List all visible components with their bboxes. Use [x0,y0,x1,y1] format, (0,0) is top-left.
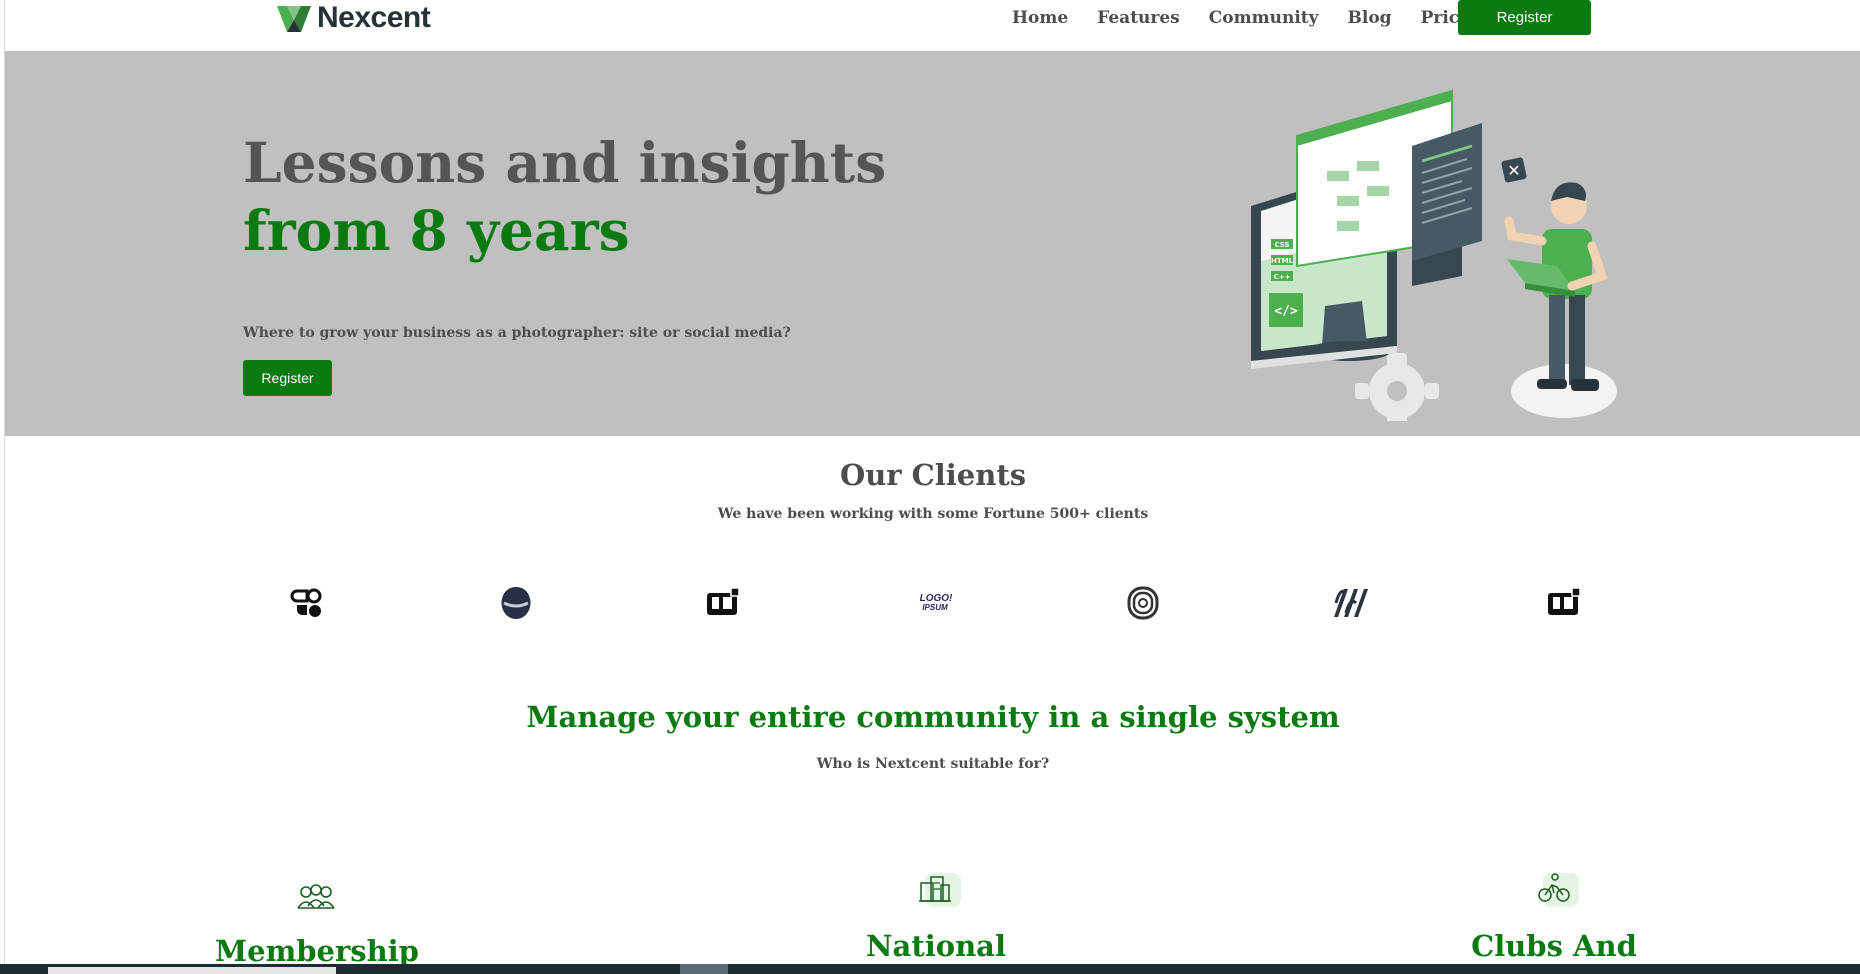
hero-section: Lessons and insights from 8 years Where … [5,51,1860,436]
screen-label-2: C++ [1274,273,1291,281]
top-nav: Nexcent Home Features Community Blog Pri… [5,0,1860,51]
nav-link-home[interactable]: Home [1012,8,1068,28]
hero-title-line2: from 8 years [243,198,630,263]
nav-link-community[interactable]: Community [1209,8,1319,28]
screen-label-0: CSS [1274,241,1289,249]
clients-subtitle: We have been working with some Fortune 5… [717,506,1149,522]
hero-title: Lessons and insights from 8 years [243,129,886,265]
client-logo-3 [707,587,740,615]
brand-name: Nexcent [317,1,431,34]
manage-title: Manage your entire community in a single… [526,700,1340,734]
nav-register-button[interactable]: Register [1458,0,1591,35]
card-title-clubs: Clubs And [1471,929,1637,963]
cyclist-icon [1538,873,1579,907]
page: Nexcent Home Features Community Blog Pri… [4,0,1860,964]
brand-logo[interactable]: Nexcent [275,0,431,36]
card-title-national: National [866,929,1006,963]
developer-illustration: </> ✕ CSSHTMLC++ [1251,89,1617,421]
users-icon [297,884,335,909]
client-logo-5 [1127,586,1159,620]
client-logo-7 [1548,587,1581,615]
nexcent-logo-icon [277,6,311,32]
client-logo-2 [501,587,531,619]
svg-text:IPSUM: IPSUM [922,603,948,612]
card-title-membership: Membership [215,934,419,964]
nav-links: Home Features Community Blog Pricing [1012,0,1490,36]
building-icon [919,873,961,907]
nav-link-blog[interactable]: Blog [1348,8,1392,28]
hero-register-button[interactable]: Register [243,360,332,396]
svg-text:✕: ✕ [1507,161,1520,180]
manage-subtitle: Who is Nextcent suitable for? [816,756,1050,772]
window-bottom-bar [0,964,1860,974]
client-logo-1 [290,588,322,617]
screen-label-1: HTML [1271,257,1294,265]
bottom-bar-tab[interactable] [48,967,336,974]
client-logo-6 [1334,589,1368,617]
client-logo-4: LOGO! IPSUM [920,593,953,612]
hero-subtitle: Where to grow your business as a photogr… [243,325,791,341]
bottom-bar-indicator [680,964,728,974]
nav-link-features[interactable]: Features [1097,8,1180,28]
svg-text:</>: </> [1274,304,1298,319]
hero-title-line1: Lessons and insights [243,130,887,195]
clients-title: Our Clients [839,458,1027,492]
